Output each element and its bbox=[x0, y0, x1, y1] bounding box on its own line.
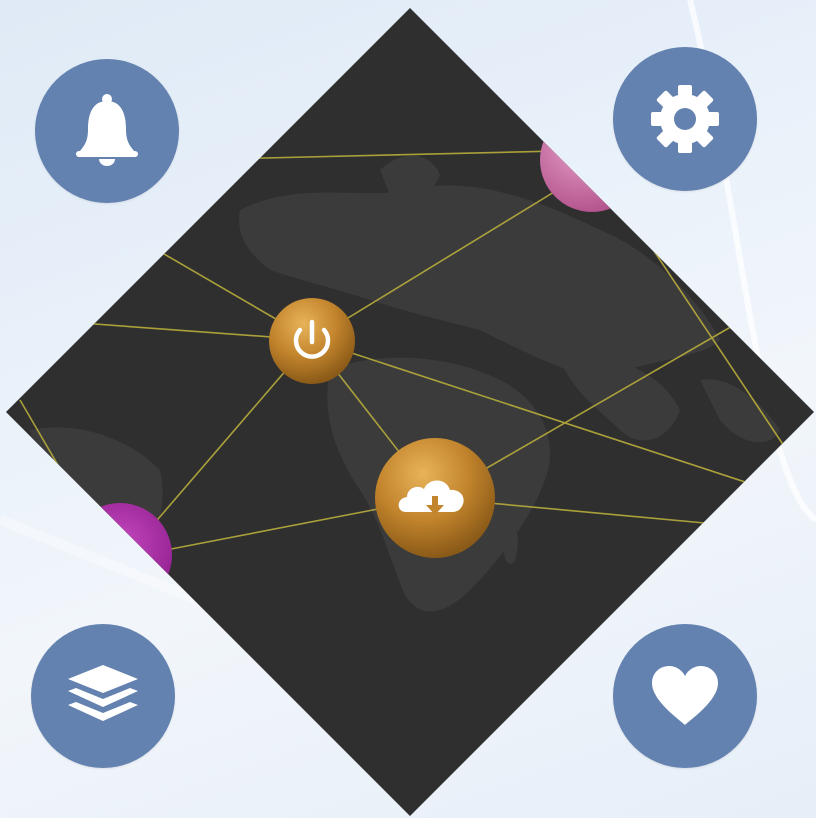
gear-icon bbox=[651, 85, 719, 153]
map-node-west[interactable] bbox=[68, 503, 172, 607]
layers-icon bbox=[68, 665, 138, 721]
layers-button[interactable] bbox=[31, 624, 175, 768]
cloud-download-node[interactable] bbox=[375, 438, 495, 558]
power-node[interactable] bbox=[269, 298, 355, 384]
notifications-button[interactable] bbox=[35, 59, 179, 203]
bell-icon bbox=[76, 94, 138, 166]
heart-icon bbox=[652, 666, 718, 725]
settings-button[interactable] bbox=[613, 47, 757, 191]
favorites-button[interactable] bbox=[613, 624, 757, 768]
